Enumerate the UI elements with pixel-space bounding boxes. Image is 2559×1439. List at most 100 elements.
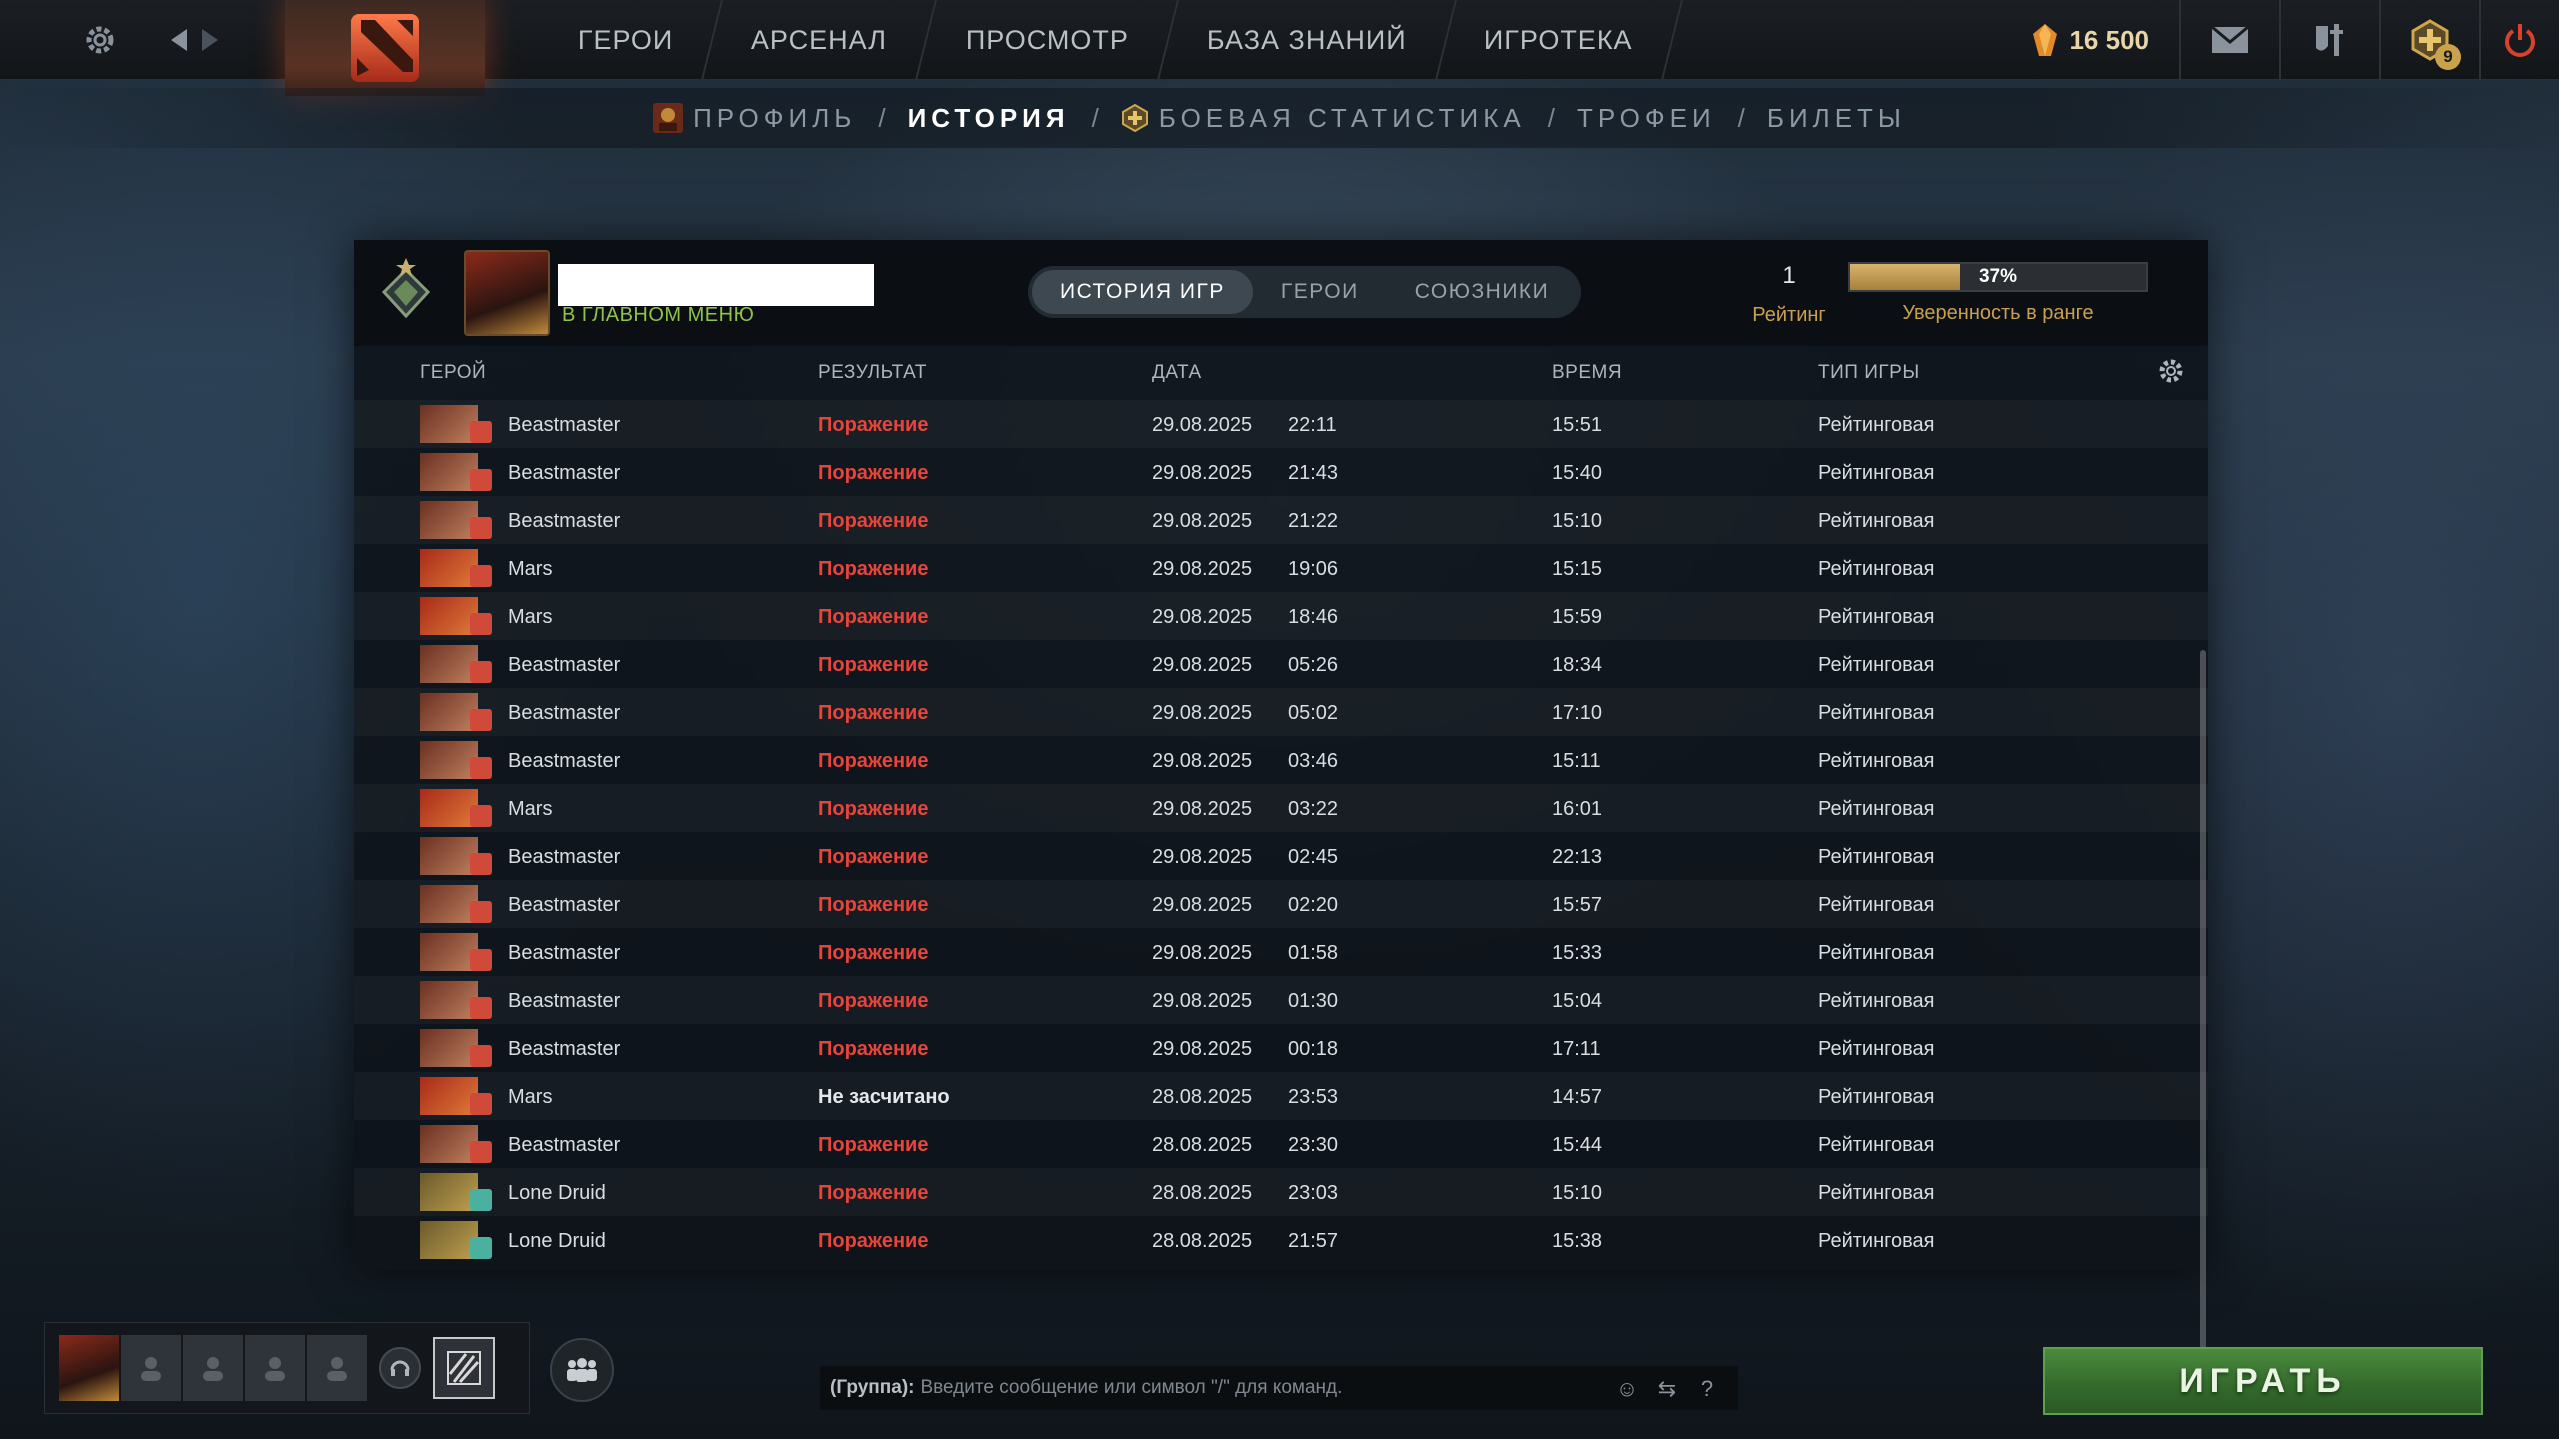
col-time[interactable]: ВРЕМЯ bbox=[1552, 362, 1622, 384]
match-result: Поражение bbox=[818, 990, 929, 1012]
table-settings-gear-icon[interactable] bbox=[2156, 356, 2186, 386]
match-duration: 15:59 bbox=[1552, 606, 1603, 628]
nav-watch[interactable]: ПРОСМОТР bbox=[917, 0, 1179, 80]
match-row[interactable]: Beastmaster Поражение 29.08.2025 01:30 15:04… bbox=[354, 976, 2208, 1024]
col-game-type[interactable]: ТИП ИГРЫ bbox=[1818, 362, 1920, 384]
tab-match-history[interactable]: ИСТОРИЯ ИГР bbox=[1032, 270, 1253, 314]
match-game-type: Рейтинговая bbox=[1818, 606, 1935, 628]
match-row[interactable]: Beastmaster Поражение 29.08.2025 02:20 15:57… bbox=[354, 880, 2208, 928]
crumb-tickets[interactable]: БИЛЕТЫ bbox=[1767, 103, 1906, 134]
tab-allies[interactable]: СОЮЗНИКИ bbox=[1387, 270, 1578, 314]
match-hero: Mars bbox=[508, 606, 553, 628]
emoji-icon[interactable]: ☺ bbox=[1612, 1374, 1642, 1404]
play-button[interactable]: ИГРАТЬ bbox=[2043, 1347, 2483, 1415]
chat-channel[interactable]: (Группа): bbox=[830, 1377, 914, 1399]
crumb-battle-stats[interactable]: БОЕВАЯ СТАТИСТИКА bbox=[1121, 103, 1526, 134]
nav-knowledge-base[interactable]: БАЗА ЗНАНИЙ bbox=[1158, 0, 1457, 80]
tab-heroes[interactable]: ГЕРОИ bbox=[1253, 270, 1387, 314]
party-slot-empty[interactable] bbox=[121, 1335, 181, 1401]
breadcrumb-separator: / bbox=[1547, 102, 1555, 133]
crumb-trophies[interactable]: ТРОФЕИ bbox=[1577, 103, 1716, 134]
currency-amount: 16 500 bbox=[2069, 24, 2149, 55]
match-start-time: 23:53 bbox=[1288, 1086, 1339, 1108]
match-start-time: 05:26 bbox=[1288, 654, 1339, 676]
hero-attribute-icon bbox=[470, 1141, 492, 1163]
crumb-profile[interactable]: ПРОФИЛЬ bbox=[653, 103, 856, 134]
rank-medal-icon bbox=[381, 258, 431, 319]
battle-pass-button[interactable] bbox=[433, 1337, 495, 1399]
plus-subscription-button[interactable]: 9 bbox=[2379, 0, 2479, 80]
mail-button[interactable] bbox=[2179, 0, 2279, 80]
match-duration: 17:11 bbox=[1552, 1038, 1601, 1060]
match-hero: Beastmaster bbox=[508, 1038, 621, 1060]
match-duration: 15:51 bbox=[1552, 414, 1603, 436]
hero-attribute-icon bbox=[470, 805, 492, 827]
language-switch-icon[interactable]: ⇆ bbox=[1652, 1374, 1682, 1404]
party-slot-self[interactable] bbox=[59, 1335, 119, 1401]
match-row[interactable]: Beastmaster Поражение 29.08.2025 00:18 17:11… bbox=[354, 1024, 2208, 1072]
match-row[interactable]: Beastmaster Поражение 28.08.2025 23:30 15:44… bbox=[354, 1120, 2208, 1168]
match-row[interactable]: Beastmaster Поражение 29.08.2025 01:58 15:33… bbox=[354, 928, 2208, 976]
profile-avatar-icon bbox=[653, 103, 684, 133]
match-date: 29.08.2025 bbox=[1152, 894, 1253, 916]
match-duration: 15:33 bbox=[1552, 942, 1603, 964]
nav-arcade[interactable]: ИГРОТЕКА bbox=[1436, 0, 1683, 80]
help-icon[interactable]: ? bbox=[1692, 1374, 1722, 1404]
match-result: Поражение bbox=[818, 846, 929, 868]
power-button[interactable] bbox=[2479, 0, 2559, 80]
player-avatar[interactable] bbox=[464, 250, 550, 336]
dota-logo-button[interactable] bbox=[285, 0, 485, 96]
col-hero[interactable]: ГЕРОЙ bbox=[420, 362, 486, 384]
match-row[interactable]: Lone Druid Поражение 28.08.2025 21:57 15:38 Р… bbox=[354, 1216, 2208, 1264]
match-row[interactable]: Mars Поражение 29.08.2025 19:06 15:15 Рейтинг… bbox=[354, 544, 2208, 592]
hero-portrait bbox=[420, 1125, 492, 1163]
match-duration: 15:04 bbox=[1552, 990, 1603, 1012]
party-slot-empty[interactable] bbox=[245, 1335, 305, 1401]
match-result: Поражение bbox=[818, 1230, 929, 1252]
person-icon bbox=[203, 1357, 223, 1381]
match-duration: 18:34 bbox=[1552, 654, 1603, 676]
match-result: Поражение bbox=[818, 942, 929, 964]
hero-attribute-icon bbox=[470, 901, 492, 923]
voice-chat-button[interactable] bbox=[379, 1347, 421, 1389]
match-row[interactable]: Lone Druid Поражение 28.08.2025 23:03 15:10 Р… bbox=[354, 1168, 2208, 1216]
match-row[interactable]: Beastmaster Поражение 29.08.2025 21:43 15:40… bbox=[354, 448, 2208, 496]
armory-button[interactable] bbox=[2279, 0, 2379, 80]
battle-pass-icon bbox=[447, 1351, 481, 1385]
match-date: 29.08.2025 bbox=[1152, 510, 1253, 532]
match-duration: 16:01 bbox=[1552, 798, 1603, 820]
nav-heroes[interactable]: ГЕРОИ bbox=[530, 0, 724, 80]
match-row[interactable]: Beastmaster Поражение 29.08.2025 05:02 17:10… bbox=[354, 688, 2208, 736]
match-game-type: Рейтинговая bbox=[1818, 654, 1935, 676]
settings-gear-icon[interactable] bbox=[80, 20, 120, 60]
hero-attribute-icon bbox=[470, 517, 492, 539]
nav-arsenal[interactable]: АРСЕНАЛ bbox=[703, 0, 938, 80]
match-row[interactable]: Beastmaster Поражение 29.08.2025 21:22 15:10… bbox=[354, 496, 2208, 544]
party-slot-empty[interactable] bbox=[183, 1335, 243, 1401]
match-row[interactable]: Mars Не засчитано 28.08.2025 23:53 14:57 Рейт… bbox=[354, 1072, 2208, 1120]
match-row[interactable]: Mars Поражение 29.08.2025 18:46 15:59 Рейтинг… bbox=[354, 592, 2208, 640]
breadcrumb-separator: / bbox=[1737, 102, 1745, 133]
chat-input-bar[interactable]: (Группа): Введите сообщение или символ "… bbox=[820, 1366, 1738, 1410]
match-date: 29.08.2025 bbox=[1152, 414, 1253, 436]
col-result[interactable]: РЕЗУЛЬТАТ bbox=[818, 362, 927, 384]
top-nav-bar: ГЕРОИ АРСЕНАЛ ПРОСМОТР БАЗА ЗНАНИЙ ИГРОТ… bbox=[0, 0, 2559, 96]
find-group-button[interactable] bbox=[550, 1338, 614, 1402]
crumb-label: ТРОФЕИ bbox=[1576, 102, 1716, 133]
match-row[interactable]: Beastmaster Поражение 29.08.2025 03:46 15:11… bbox=[354, 736, 2208, 784]
table-header: ГЕРОЙ РЕЗУЛЬТАТ ДАТА ВРЕМЯ ТИП ИГРЫ bbox=[354, 346, 2208, 396]
party-slot-empty[interactable] bbox=[307, 1335, 367, 1401]
shards-currency[interactable]: 16 500 bbox=[2031, 22, 2149, 58]
match-row[interactable]: Beastmaster Поражение 29.08.2025 05:26 18:34… bbox=[354, 640, 2208, 688]
forward-arrow-icon[interactable] bbox=[190, 20, 230, 60]
col-date[interactable]: ДАТА bbox=[1152, 362, 1202, 384]
match-start-time: 01:30 bbox=[1288, 990, 1339, 1012]
match-hero: Mars bbox=[508, 1086, 553, 1108]
match-list-scrollbar[interactable] bbox=[2200, 650, 2206, 1380]
crumb-history[interactable]: ИСТОРИЯ bbox=[908, 103, 1070, 134]
confidence-label: Уверенность в ранге bbox=[1902, 302, 2094, 324]
match-row[interactable]: Mars Поражение 29.08.2025 03:22 16:01 Рейтинг… bbox=[354, 784, 2208, 832]
match-row[interactable]: Beastmaster Поражение 29.08.2025 22:11 15:51… bbox=[354, 400, 2208, 448]
match-duration: 15:10 bbox=[1552, 1182, 1603, 1204]
match-row[interactable]: Beastmaster Поражение 29.08.2025 02:45 22:13… bbox=[354, 832, 2208, 880]
